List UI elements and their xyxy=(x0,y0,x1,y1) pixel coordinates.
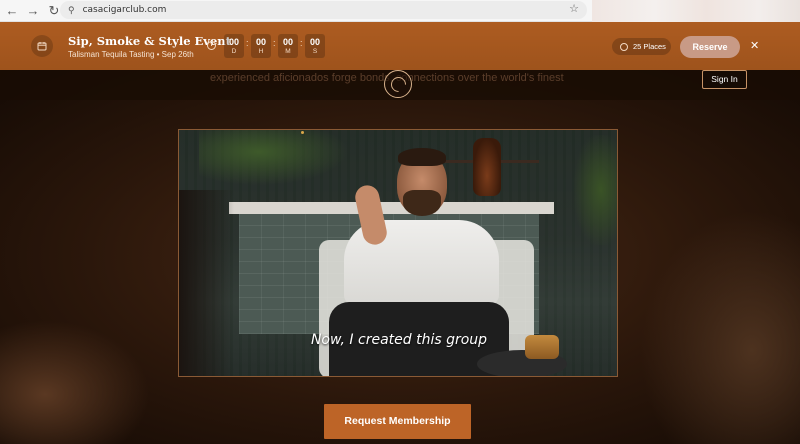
video-shadow xyxy=(179,190,234,376)
close-banner-icon[interactable]: ✕ xyxy=(750,39,759,52)
countdown-hours: 00 H xyxy=(251,34,271,58)
places-badge: 25 Places xyxy=(612,38,671,55)
sign-in-button[interactable]: Sign In xyxy=(702,70,747,89)
star-icon[interactable]: ☆ xyxy=(569,2,579,15)
countdown-minutes: 00 M xyxy=(278,34,298,58)
video-countertop xyxy=(229,202,554,214)
arrow-right-icon: → xyxy=(26,3,40,18)
browser-toolbar: ← → ↻ ⚲ casacigarclub.com ☆ xyxy=(0,0,800,22)
clock-icon xyxy=(207,41,216,50)
background-figure-right xyxy=(640,210,800,444)
countdown-days: 00 D xyxy=(224,34,244,58)
video-plants-right xyxy=(574,135,617,245)
request-membership-button[interactable]: Request Membership xyxy=(324,404,471,439)
club-logo-icon[interactable] xyxy=(384,70,412,98)
reload-icon: ↻ xyxy=(48,2,60,18)
back-button[interactable]: ← xyxy=(3,2,21,20)
video-caption: Now, I created this group xyxy=(310,332,488,348)
site-settings-icon[interactable]: ⚲ xyxy=(68,5,75,16)
promo-video[interactable]: Now, I created this group xyxy=(178,129,618,377)
countdown-seconds: 00 S xyxy=(305,34,325,58)
video-bottle xyxy=(473,138,501,196)
countdown-separator: : xyxy=(246,38,249,48)
countdown-separator: : xyxy=(273,38,276,48)
event-subtitle: Talisman Tequila Tasting • Sep 26th xyxy=(68,50,194,59)
video-person-beard xyxy=(403,190,441,216)
video-person-hair xyxy=(398,148,446,166)
background-figure-left xyxy=(0,320,150,444)
address-bar[interactable]: ⚲ casacigarclub.com ☆ xyxy=(60,1,587,19)
countdown-separator: : xyxy=(300,38,303,48)
users-icon xyxy=(620,42,628,51)
calendar-icon xyxy=(31,35,53,57)
forward-button[interactable]: → xyxy=(24,2,42,20)
video-indicator-dot xyxy=(301,131,304,134)
arrow-left-icon: ← xyxy=(5,3,19,18)
url-text: casacigarclub.com xyxy=(82,5,167,15)
reserve-button[interactable]: Reserve xyxy=(680,36,740,58)
places-label: 25 Places xyxy=(633,42,666,51)
extensions-area xyxy=(592,0,800,22)
video-plants xyxy=(199,130,349,185)
